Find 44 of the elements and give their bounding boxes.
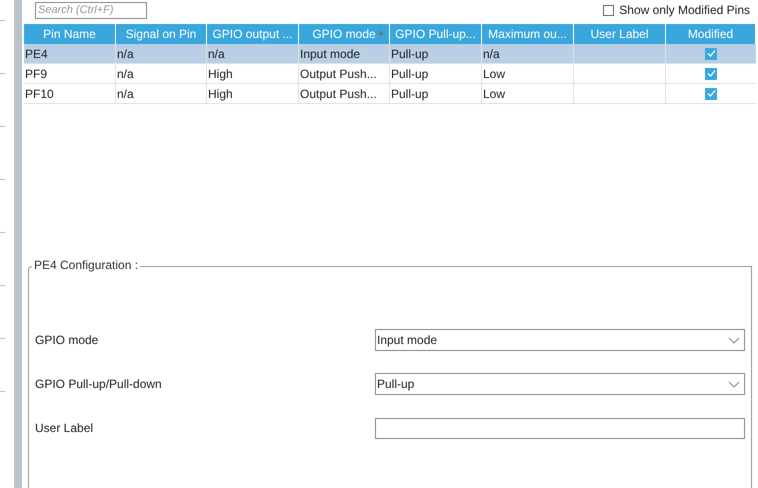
group-title: PE4 Configuration :: [32, 259, 140, 271]
table-cell-text: High: [208, 86, 233, 102]
field-label: GPIO mode: [35, 332, 98, 349]
table-cell-text: PF9: [25, 66, 48, 82]
table-cell-text: n/a: [208, 46, 225, 62]
table-row[interactable]: PF10 n/a High Output Push... Pull-up Low: [24, 84, 756, 104]
table-cell-text: n/a: [117, 86, 134, 102]
table-cell-text: Low: [483, 66, 506, 82]
column-header[interactable]: Maximum ou...: [482, 24, 574, 44]
input-field[interactable]: [375, 418, 745, 438]
field-label: GPIO Pull-up/Pull-down: [35, 376, 162, 393]
table-cell-text: Output Push...: [300, 86, 377, 102]
column-header[interactable]: GPIO Pull-up...: [390, 24, 482, 44]
table-cell-text: n/a: [117, 46, 134, 62]
table-cell-text: Pull-up: [391, 66, 428, 82]
table-row[interactable]: PF9 n/a High Output Push... Pull-up Low: [24, 64, 756, 84]
chevron-down-icon: [728, 336, 740, 344]
modified-checkbox[interactable]: [705, 88, 717, 100]
column-header[interactable]: Modified: [666, 24, 756, 44]
table-cell-text: Pull-up: [391, 46, 428, 62]
column-header[interactable]: GPIO output ...: [207, 24, 299, 44]
filter-checkbox[interactable]: Show only Modified Pins: [603, 1, 750, 19]
column-header[interactable]: Signal on Pin: [116, 24, 207, 44]
table-cell-text: Output Push...: [300, 66, 377, 82]
table-cell-text: PF10: [25, 86, 54, 102]
table-row[interactable]: PE4 n/a n/a Input mode Pull-up n/a: [24, 44, 756, 64]
column-header[interactable]: GPIO mode: [299, 24, 390, 44]
table-cell-text: Low: [483, 86, 506, 102]
sort-arrow-icon: [377, 29, 385, 37]
dropdown[interactable]: Input mode: [375, 329, 745, 351]
modified-checkbox[interactable]: [705, 48, 717, 60]
field-label: User Label: [35, 420, 94, 437]
column-header[interactable]: Pin Name: [24, 24, 116, 44]
modified-checkbox[interactable]: [705, 68, 717, 80]
table-cell-text: n/a: [117, 66, 134, 82]
table-cell-text: Pull-up: [391, 86, 428, 102]
table-cell-text: PE4: [25, 46, 48, 62]
table-cell-text: High: [208, 66, 233, 82]
dropdown[interactable]: Pull-up: [375, 373, 745, 395]
column-header[interactable]: User Label: [574, 24, 666, 44]
search-field[interactable]: Search (Ctrl+F): [35, 2, 147, 18]
table-cell-text: n/a: [483, 46, 500, 62]
chevron-down-icon: [728, 380, 740, 388]
table-cell-text: Input mode: [300, 46, 360, 62]
